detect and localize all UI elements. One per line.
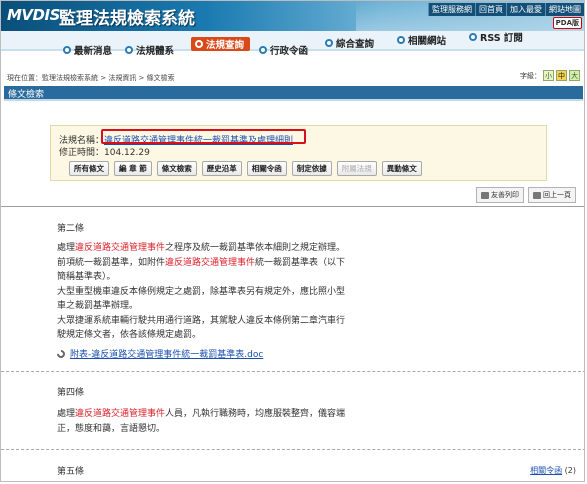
breadcrumb: 現在位置：監理法規檢索系統 > 法規資訊 > 條文檢索: [7, 74, 175, 82]
attachment: 附表-違反道路交通管理事件統一裁罰基準表.doc: [55, 347, 263, 360]
tab-legal-basis[interactable]: 制定依據: [291, 161, 332, 176]
back-label: 回上一頁: [543, 191, 571, 199]
nav-law-search[interactable]: 法規查詢: [191, 37, 251, 51]
bullet-icon: [63, 46, 71, 54]
tool-buttons: 友善列印 回上一頁: [476, 187, 576, 203]
article-text: 大眾捷運系統車輛行駛共用通行道路，其駕駛人違反本條例第二章汽車行: [57, 315, 346, 326]
article-text: 處理: [57, 409, 76, 419]
nav-rss[interactable]: RSS 訂閱: [469, 30, 523, 44]
nav-label: 法規查詢: [206, 39, 245, 51]
font-size-label: 字級：: [520, 71, 541, 80]
top-link-service[interactable]: 監理服務網: [428, 3, 475, 16]
bullet-icon: [325, 39, 333, 47]
article-line: 駛規定條文者，依各該條規定處罰。: [57, 328, 382, 343]
bullet-icon: [397, 36, 405, 44]
bullet-icon: [259, 46, 267, 54]
font-size-small-button[interactable]: 小: [543, 70, 554, 81]
back-button[interactable]: 回上一頁: [528, 187, 576, 203]
tab-all-articles[interactable]: 所有條文: [69, 161, 109, 176]
article-title: 第二條: [57, 224, 85, 234]
nav-law-system[interactable]: 法規體系: [125, 43, 174, 57]
section-header: 條文檢索: [4, 86, 583, 101]
law-tabs: 所有條文 編 章 節 條文檢索 歷史沿革 相關令函 制定依據 附屬法規 異動條文: [69, 161, 422, 176]
nav-label: 行政令函: [270, 46, 309, 57]
article-line: 車之裁罰基準辦理。: [57, 299, 382, 314]
article-line: 處理違反道路交通管理事件之程序及統一裁罰基準依本細則之規定辦理。: [57, 241, 382, 256]
article-text: 駛規定條文者，依各該條規定處罰。: [57, 330, 202, 340]
article-text: 車之裁罰基準辦理。: [57, 301, 139, 311]
article-body: 處理違反道路交通管理事件之程序及統一裁罰基準依本細則之規定辦理。 前項統一裁罰基準…: [57, 241, 382, 343]
related-orders: 相關令函 (2): [530, 465, 576, 476]
nav-label: 相關網站: [408, 36, 447, 47]
tab-article-search[interactable]: 條文檢索: [156, 161, 197, 176]
nav-label: 法規體系: [136, 46, 175, 57]
tab-history[interactable]: 歷史沿革: [201, 161, 242, 176]
nav-label: 綜合查詢: [336, 39, 375, 50]
keyword-highlight: 違反道路交通管理事件: [75, 409, 166, 419]
nav-latest-news[interactable]: 最新消息: [63, 43, 112, 57]
paperclip-icon: [55, 347, 67, 360]
article-line: 處理違反道路交通管理事件人員，凡執行職務時，均應服裝整齊，儀容端: [57, 407, 382, 422]
highlight-box: [101, 129, 306, 144]
keyword-highlight: 違反道路交通管理事件: [75, 243, 166, 253]
font-size-medium-button[interactable]: 中: [556, 70, 567, 81]
bullet-icon: [469, 33, 477, 41]
article-text: 之程序及統一裁罰基準依本細則之規定辦理。: [165, 243, 346, 253]
attachment-link[interactable]: 附表-違反道路交通管理事件統一裁罰基準表.doc: [70, 347, 263, 360]
top-link-sitemap[interactable]: 網站地圖: [545, 3, 584, 16]
pda-version-link[interactable]: PDA版: [552, 17, 582, 29]
tab-related-orders[interactable]: 相關令函: [246, 161, 287, 176]
revised-date: 104.12.29: [104, 148, 150, 158]
article-title: 第五條: [57, 467, 85, 477]
divider: [1, 449, 584, 450]
article-body: 處理違反道路交通管理事件人員，凡執行職務時，均應服裝整齊，儀容端 正，態度和藹，言…: [57, 407, 382, 436]
top-link-favorite[interactable]: 加入最愛: [506, 3, 545, 16]
top-link-home[interactable]: 回首頁: [475, 3, 506, 16]
tab-chapters[interactable]: 編 章 節: [114, 161, 152, 176]
font-size-large-button[interactable]: 大: [569, 70, 580, 81]
brand-logo[interactable]: MVDIS: [7, 6, 60, 24]
bullet-icon: [195, 39, 203, 48]
article-line: 正，態度和藹，言語懇切。: [57, 422, 382, 437]
article-text: 處理: [57, 243, 76, 253]
nav-related-sites[interactable]: 相關網站: [397, 33, 446, 47]
nav-label: 最新消息: [74, 46, 113, 57]
article-text: 統一裁罰基準表（以下: [255, 257, 346, 268]
divider: [1, 206, 584, 207]
article-line: 大型重型機車違反本條例規定之處罰，除基準表另有規定外，應比照小型: [57, 285, 382, 300]
law-info-box: 法規名稱：違反道路交通管理事件統一裁罰基準及處理細則 修正時間：104.12.2…: [50, 125, 547, 181]
revised-row: 修正時間：104.12.29: [59, 145, 150, 158]
related-orders-link[interactable]: 相關令函: [530, 466, 562, 475]
nav-label: RSS 訂閱: [480, 33, 523, 44]
top-links: 監理服務網 回首頁 加入最愛 網站地圖: [428, 3, 584, 16]
divider: [1, 371, 584, 372]
nav-admin-orders[interactable]: 行政令函: [259, 43, 308, 57]
nav-combined-search[interactable]: 綜合查詢: [325, 36, 374, 50]
article-text: 人員，凡執行職務時，均應服裝整齊，儀容端: [165, 409, 346, 419]
keyword-highlight: 違反道路交通管理事件: [165, 257, 256, 268]
print-label: 友善列印: [491, 191, 519, 199]
article-text: 正，態度和藹，言語懇切。: [57, 423, 166, 434]
page-frame: MVDIS 監理法規檢索系統 監理服務網 回首頁 加入最愛 網站地圖 PDA版 …: [0, 0, 585, 482]
section-title: 條文檢索: [8, 90, 45, 100]
printer-icon: [481, 191, 489, 199]
site-title[interactable]: 監理法規檢索系統: [59, 4, 195, 29]
article-line: 簡稱基準表）。: [57, 270, 382, 285]
tab-subsidiary-laws: 附屬法規: [336, 161, 377, 176]
article-line: 大眾捷運系統車輛行駛共用通行道路，其駕駛人違反本條例第二章汽車行: [57, 314, 382, 329]
revised-label: 修正時間：: [59, 148, 105, 158]
main-nav: 最新消息 法規體系 法規查詢 行政令函 綜合查詢 相關網站 RSS 訂閱: [1, 30, 584, 57]
article-title: 第四條: [57, 388, 85, 398]
related-orders-count: (2): [564, 466, 576, 475]
header-banner: MVDIS 監理法規檢索系統 監理服務網 回首頁 加入最愛 網站地圖 PDA版: [1, 1, 584, 31]
font-size-switcher: 字級： 小 中 大: [520, 70, 580, 81]
article-text: 大型重型機車違反本條例規定之處罰，除基準表另有規定外，應比照小型: [57, 286, 346, 297]
article-text: 前項統一裁罰基準，如附件: [57, 257, 166, 268]
tab-amended-articles[interactable]: 異動條文: [381, 161, 422, 176]
back-icon: [533, 191, 541, 199]
bullet-icon: [125, 46, 133, 54]
article-text: 簡稱基準表）。: [57, 272, 116, 282]
print-button[interactable]: 友善列印: [476, 187, 524, 203]
article-line: 前項統一裁罰基準，如附件違反道路交通管理事件統一裁罰基準表（以下: [57, 256, 382, 271]
